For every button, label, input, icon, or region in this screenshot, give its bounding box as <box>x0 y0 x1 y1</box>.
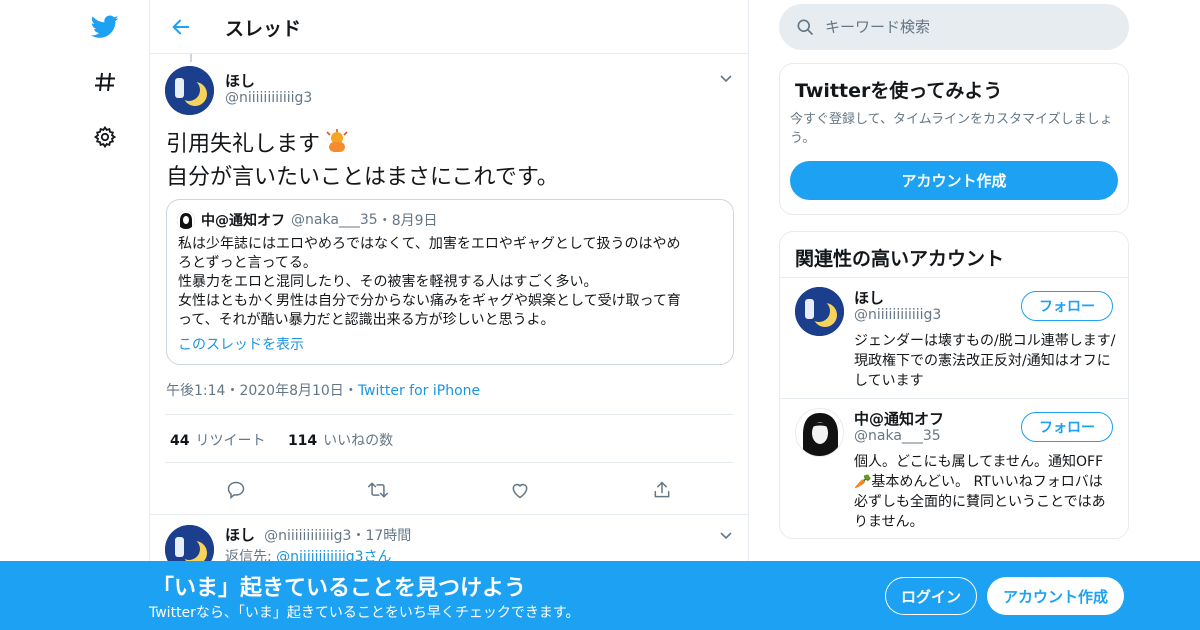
tweet-date[interactable]: 2020年8月10日 <box>239 383 343 399</box>
chevron-down-icon[interactable] <box>718 70 734 86</box>
signup-button[interactable]: アカウント作成 <box>987 577 1124 615</box>
meta-separator: ・ <box>225 383 240 399</box>
show-thread-link[interactable]: このスレッドを表示 <box>178 334 304 354</box>
login-button[interactable]: ログイン <box>885 577 977 615</box>
quote-header: 中@通知オフ @naka___35 ・ 8月9日 <box>177 210 438 230</box>
tweet-text: 引用失礼します 自分が言いたいことはまさにこれです。 <box>166 128 726 193</box>
search-box <box>779 4 1129 50</box>
author-handle[interactable]: @niiiiiiiiiiiig3 <box>225 90 312 106</box>
reply-header: ほし @niiiiiiiiiiiig3・17時間 <box>225 524 411 545</box>
page-title: スレッド <box>225 18 302 40</box>
like-icon[interactable] <box>508 478 532 502</box>
related-account-bio: 個人。どこにも属してません。通知OFF🥕基本めんどい。 RTいいねフォロバは必ず… <box>854 454 1106 530</box>
quote-date: 8月9日 <box>391 213 438 229</box>
thread-connector <box>190 54 192 62</box>
banner-title: 「いま」起きていることを見つけよう <box>152 576 527 601</box>
avatar <box>177 211 195 229</box>
reply-author-handle[interactable]: @niiiiiiiiiiiig3 <box>264 528 351 544</box>
avatar[interactable] <box>165 66 214 115</box>
quote-line: って、それが酷い暴力だと認識出来る方が珍しいと思うよ。 <box>178 312 555 328</box>
follow-button[interactable]: フォロー <box>1021 291 1113 321</box>
share-icon[interactable] <box>650 478 674 502</box>
retweet-label[interactable]: リツイート <box>195 433 265 449</box>
tweet-text-line: 引用失礼します <box>166 132 321 157</box>
tweet-stats: 44 リツイート 114 いいねの数 <box>170 430 393 450</box>
tweet-actions <box>150 474 748 504</box>
person-bowing-emoji-icon <box>324 128 350 163</box>
reply-author-name[interactable]: ほし <box>225 526 255 544</box>
search-icon <box>795 17 815 41</box>
quoted-tweet[interactable]: 中@通知オフ @naka___35 ・ 8月9日 私は少年誌にはエロやめろではな… <box>166 199 734 365</box>
create-account-button[interactable]: アカウント作成 <box>790 161 1118 200</box>
related-accounts-title: 関連性の高いアカウント <box>795 248 1005 270</box>
hashtag-icon[interactable] <box>90 67 120 97</box>
tweet-meta: 午後1:14・2020年8月10日・Twitter for iPhone <box>166 380 480 400</box>
signup-card: Twitterを使ってみよう 今すぐ登録して、タイムラインをカスタマイズしましょ… <box>779 63 1129 215</box>
thread-header: スレッド <box>150 0 748 54</box>
related-account-item[interactable]: ほし @niiiiiiiiiiiig3 フォロー ジェンダーは壊すもの/脱コル連… <box>780 278 1128 398</box>
chevron-down-icon[interactable] <box>718 527 734 543</box>
like-label[interactable]: いいねの数 <box>323 433 393 449</box>
divider <box>165 414 733 415</box>
retweet-count[interactable]: 44 <box>170 433 189 449</box>
reply-icon[interactable] <box>224 478 248 502</box>
avatar[interactable] <box>795 287 844 336</box>
tweet-text-line: 自分が言いたいことはまさにこれです。 <box>166 165 559 190</box>
related-accounts-card: 関連性の高いアカウント ほし @niiiiiiiiiiiig3 フォロー ジェン… <box>779 231 1129 539</box>
follow-button[interactable]: フォロー <box>1021 412 1113 442</box>
related-account-item[interactable]: 中@通知オフ @naka___35 フォロー 個人。どこにも属してません。通知O… <box>780 399 1128 539</box>
signup-banner: 「いま」起きていることを見つけよう Twitterなら、「いま」起きていることを… <box>0 561 1200 630</box>
left-nav <box>80 0 130 630</box>
reply-time[interactable]: 17時間 <box>365 528 411 544</box>
divider <box>165 462 733 463</box>
author-name[interactable]: ほし <box>225 70 255 91</box>
back-arrow-icon[interactable] <box>168 14 194 40</box>
related-account-name[interactable]: 中@通知オフ <box>854 408 944 429</box>
quote-line: 女性はともかく男性は自分で分からない痛みをギャグや娯楽として受け取って育 <box>178 293 681 309</box>
related-account-handle[interactable]: @naka___35 <box>854 428 941 444</box>
retweet-icon[interactable] <box>366 478 390 502</box>
signup-card-desc: 今すぐ登録して、タイムラインをカスタマイズしましょう。 <box>790 112 1113 146</box>
quote-separator: ・ <box>377 213 392 229</box>
like-count[interactable]: 114 <box>288 433 317 449</box>
meta-separator: ・ <box>351 528 366 544</box>
related-account-handle[interactable]: @niiiiiiiiiiiig3 <box>854 307 941 323</box>
quote-line: 私は少年誌にはエロやめろではなくて、加害をエロやギャグとして扱うのはやめ <box>178 236 681 252</box>
meta-separator: ・ <box>343 383 358 399</box>
search-input[interactable] <box>825 4 1115 50</box>
signup-card-title: Twitterを使ってみよう <box>795 80 1003 102</box>
tweet-source-link[interactable]: Twitter for iPhone <box>358 383 480 399</box>
related-account-bio: ジェンダーは壊すもの/脱コル連帯します/現政権下での憲法改正反対/通知はオフにし… <box>854 333 1116 389</box>
quote-author-name: 中@通知オフ <box>201 213 285 229</box>
quote-line: ろとずっと言ってる。 <box>178 255 317 271</box>
quote-line: 性暴力をエロと混同したり、その被害を軽視する人はすごく多い。 <box>178 274 598 290</box>
thread-column: スレッド ほし @niiiiiiiiiiiig3 引用失礼します 自分が言いたい… <box>149 0 749 630</box>
avatar[interactable] <box>795 408 844 457</box>
quote-text: 私は少年誌にはエロやめろではなくて、加害をエロやギャグとして扱うのはやめ ろとず… <box>178 235 728 330</box>
gear-icon[interactable] <box>90 122 120 152</box>
quote-author-handle: @naka___35 <box>291 212 378 228</box>
related-account-name[interactable]: ほし <box>854 287 884 308</box>
tweet-time[interactable]: 午後1:14 <box>166 383 225 399</box>
banner-subtitle: Twitterなら、「いま」起きていることをいち早くチェックできます。 <box>149 605 580 621</box>
twitter-bird-icon[interactable] <box>90 12 120 42</box>
